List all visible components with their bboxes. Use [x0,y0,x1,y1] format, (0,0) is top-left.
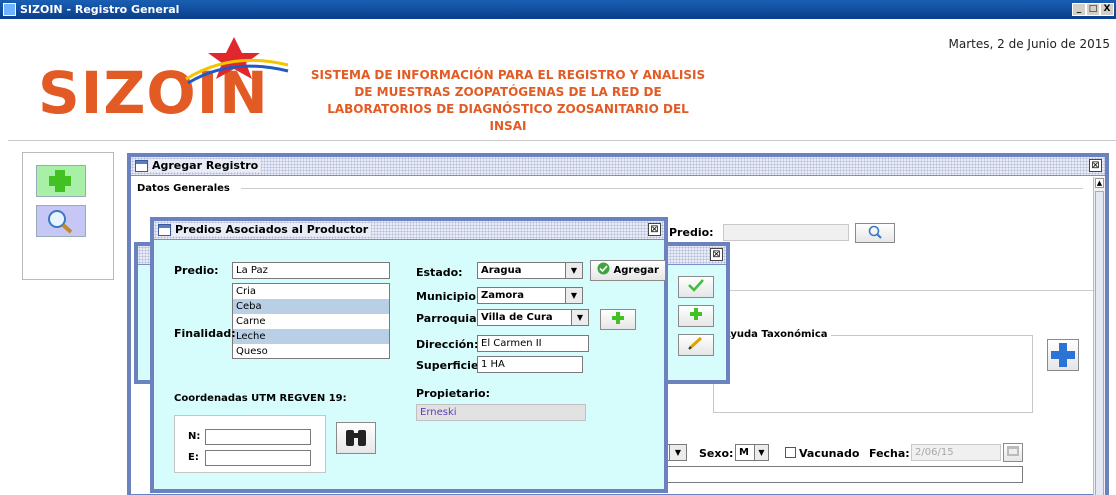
predio-input[interactable]: La Paz [232,262,390,279]
finalidad-list[interactable]: Cria Ceba Carne Leche Queso [232,283,390,359]
vacunado-label: Vacunado [799,447,860,460]
finalidad-list-item[interactable]: Leche [233,329,389,344]
app-title-bar: SIZOIN - Registro General _ □ X [0,0,1116,19]
add-taxonomy-button[interactable] [1047,339,1079,371]
predios-dialog-titlebar: Predios Asociados al Productor ⊠ [154,221,664,240]
fecha-label: Fecha: [869,447,910,460]
n-coordinate-input[interactable] [205,429,311,445]
add-button[interactable] [678,305,714,327]
search-icon [868,225,882,239]
agregar-registro-title: Agregar Registro [149,159,262,172]
window-icon [158,224,171,236]
municipio-label: Municipio: [416,290,481,303]
pencil-icon [688,336,703,350]
parroquia-label: Parroquia: [416,312,481,325]
logo-star-icon [185,37,289,85]
close-icon[interactable]: ⊠ [648,223,661,236]
plus-icon [1051,343,1075,367]
agregar-button[interactable]: Agregar [590,260,666,281]
divider [241,188,1083,189]
finalidad-label: Finalidad: [174,327,236,340]
datos-generales-label: Datos Generales [137,183,230,194]
close-icon[interactable]: ⊠ [1089,159,1102,172]
municipio-select[interactable]: Zamora ▼ [477,287,583,304]
check-circle-icon [597,262,610,275]
system-headline: SISTEMA DE INFORMACIÓN PARA EL REGISTRO … [310,68,706,133]
plus-icon [612,312,624,324]
minimize-button[interactable]: _ [1072,3,1086,16]
superficie-input[interactable]: 1 HA [477,356,583,373]
scroll-up-arrow-icon[interactable]: ▲ [1095,178,1104,188]
ayuda-taxonomica-group: Ayuda Taxonómica [713,329,1033,413]
checkmark-icon [688,279,704,292]
estado-select[interactable]: Aragua ▼ [477,262,583,279]
app-icon [3,3,16,16]
propietario-field: Erneski [416,404,586,421]
direccion-label: Dirección: [416,338,479,351]
scrollbar[interactable]: ▲ [1093,177,1105,495]
coordenadas-label: Coordenadas UTM REGVEN 19: [174,393,347,404]
maximize-button[interactable]: □ [1086,3,1100,16]
side-panel [22,152,114,280]
n-label: N: [188,431,201,442]
edit-button[interactable] [678,334,714,356]
estado-label: Estado: [416,266,463,279]
e-label: E: [188,452,199,463]
header: Martes, 2 de Junio de 2015 SIZOIN SISTEM… [8,19,1116,141]
finalidad-list-item[interactable]: Carne [233,314,389,329]
add-parroquia-button[interactable] [600,309,636,330]
agregar-registro-titlebar: Agregar Registro ⊠ [131,157,1105,176]
scroll-thumb[interactable] [1095,191,1104,495]
window-icon [135,160,148,172]
magnifier-icon [48,210,73,234]
finalidad-list-item[interactable]: Ceba [233,299,389,314]
predio-label: Predio: [669,226,714,239]
fecha-field[interactable]: 2/06/15 [911,444,1001,461]
calendar-button[interactable] [1003,443,1023,462]
ayuda-taxonomica-label: Ayuda Taxonómica [720,329,831,340]
sexo-select[interactable]: M ▼ [735,444,769,461]
add-record-button[interactable] [36,165,86,197]
close-icon[interactable]: ⊠ [710,248,723,261]
finalidad-list-item[interactable]: Cria [233,284,389,299]
search-predio-button[interactable] [855,223,895,243]
close-button[interactable]: X [1100,3,1114,16]
sexo-label: Sexo: [699,447,734,460]
text-field[interactable] [667,466,1023,483]
combo-arrow[interactable]: ▼ [667,444,687,461]
predio-field[interactable] [723,224,849,241]
e-coordinate-input[interactable] [205,450,311,466]
calendar-icon [1007,446,1019,456]
predio-label: Predio: [174,264,219,277]
vacunado-checkbox[interactable] [785,447,796,458]
predios-dialog: Predios Asociados al Productor ⊠ Predio:… [150,217,668,493]
finalidad-list-item[interactable]: Queso [233,344,389,359]
divider [711,290,1095,291]
search-record-button[interactable] [36,205,86,237]
current-date: Martes, 2 de Junio de 2015 [948,37,1110,51]
plus-icon [690,308,702,320]
predios-dialog-title: Predios Asociados al Productor [172,223,372,236]
confirm-button[interactable] [678,276,714,298]
plus-icon [49,170,71,192]
parroquia-select[interactable]: Villa de Cura ▼ [477,309,589,326]
binoculars-icon [346,430,366,446]
direccion-input[interactable]: El Carmen II [477,335,589,352]
app-title: SIZOIN - Registro General [20,3,180,16]
coordenadas-panel: N: E: [174,415,326,473]
propietario-label: Propietario: [416,387,490,400]
superficie-label: Superficie: [416,359,483,372]
locate-button[interactable] [336,422,376,454]
